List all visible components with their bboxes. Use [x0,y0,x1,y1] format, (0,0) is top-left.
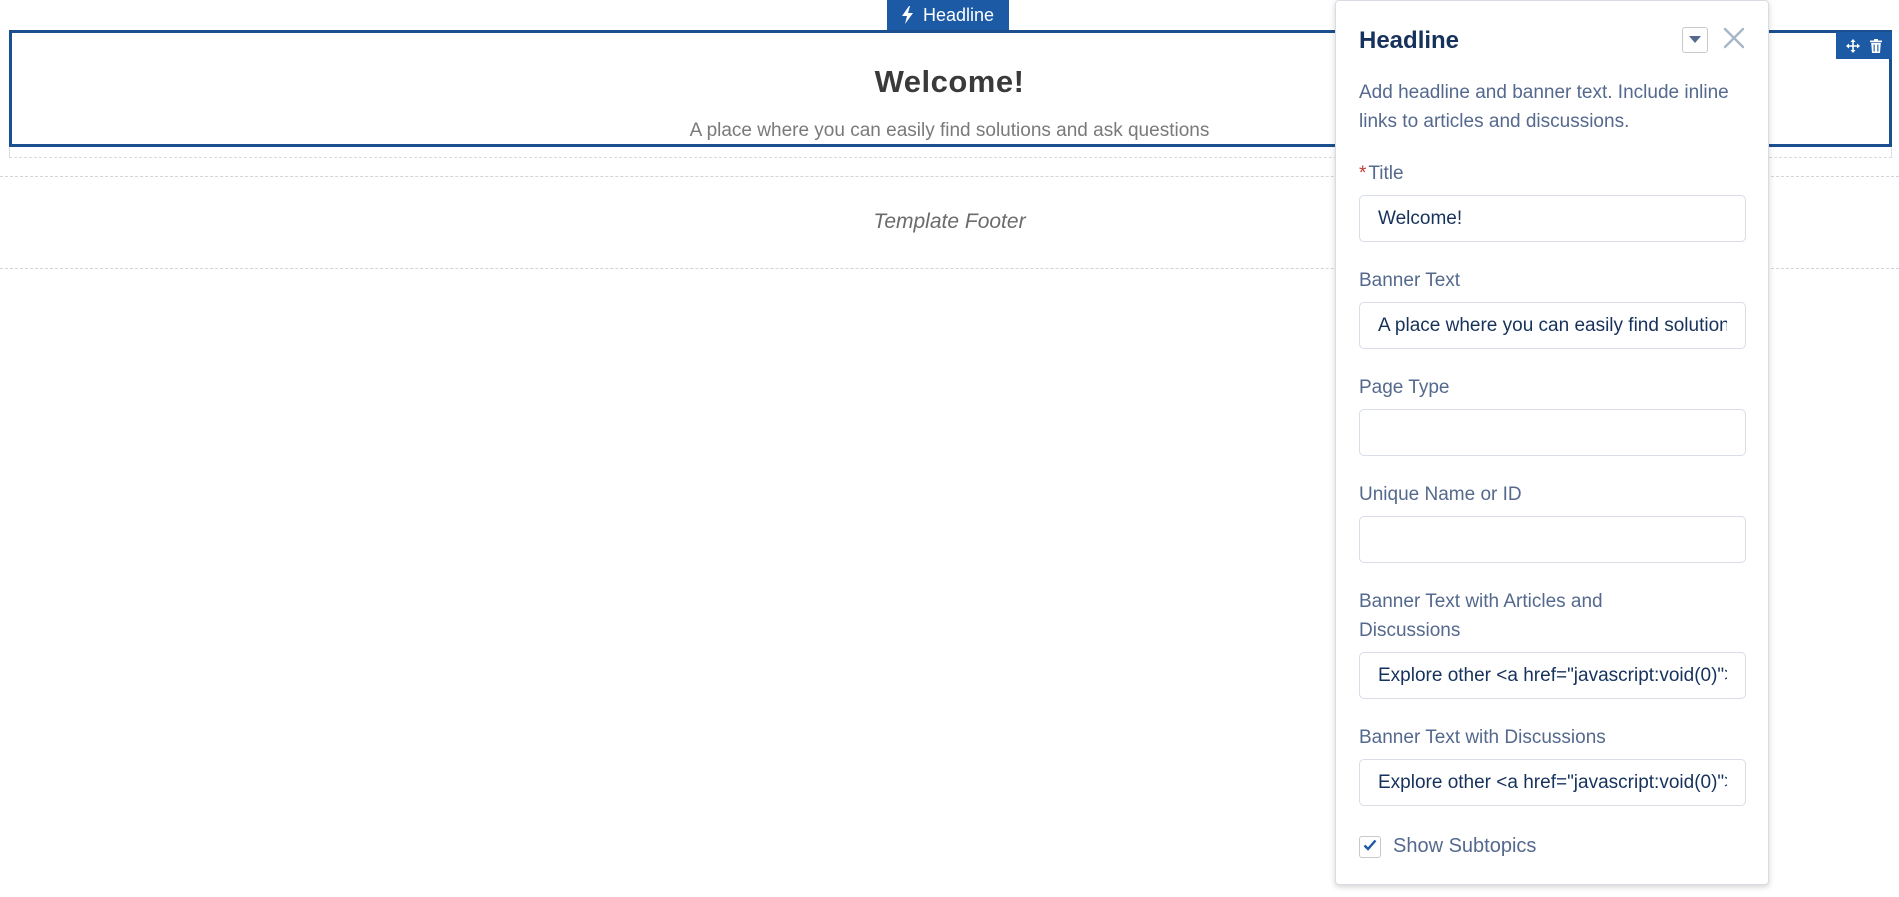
page-type-label: Page Type [1359,377,1450,398]
lightning-bolt-icon [901,6,914,24]
component-tab[interactable]: Headline [887,0,1010,30]
unique-name-label: Unique Name or ID [1359,484,1522,505]
property-panel: Headline Add headline and banner text. I… [1335,0,1769,885]
panel-title: Headline [1359,27,1460,54]
show-subtopics-checkbox[interactable] [1359,835,1381,858]
caret-down-icon [1689,31,1701,49]
title-label-text: Title [1368,163,1404,184]
panel-description: Add headline and banner text. Include in… [1359,82,1729,132]
title-input[interactable] [1359,195,1746,242]
title-field-label: * Title [1359,159,1404,188]
move-arrows-icon[interactable] [1846,38,1860,53]
show-subtopics-row: Show Subtopics [1359,835,1536,858]
banner-articles-discussions-label: Banner Text with Articles and Discussion… [1359,591,1603,641]
trash-icon[interactable] [1870,38,1882,53]
banner-text-label: Banner Text [1359,270,1461,291]
panel-close-button[interactable] [1721,27,1747,53]
show-subtopics-label: Show Subtopics [1393,835,1537,857]
required-marker: * [1359,163,1367,184]
page-type-input[interactable] [1359,409,1746,456]
banner-discussions-input[interactable] [1359,759,1746,806]
panel-menu-button[interactable] [1682,27,1708,53]
builder-canvas: Headline Welcome! A place where you can … [0,0,1899,897]
banner-articles-discussions-input[interactable] [1359,652,1746,699]
checkmark-icon [1363,838,1377,856]
unique-name-input[interactable] [1359,516,1746,563]
component-tab-label: Headline [923,4,995,25]
close-icon [1723,27,1745,54]
banner-text-input[interactable] [1359,302,1746,349]
component-handle-bar [1836,32,1892,59]
banner-discussions-label: Banner Text with Discussions [1359,727,1606,748]
